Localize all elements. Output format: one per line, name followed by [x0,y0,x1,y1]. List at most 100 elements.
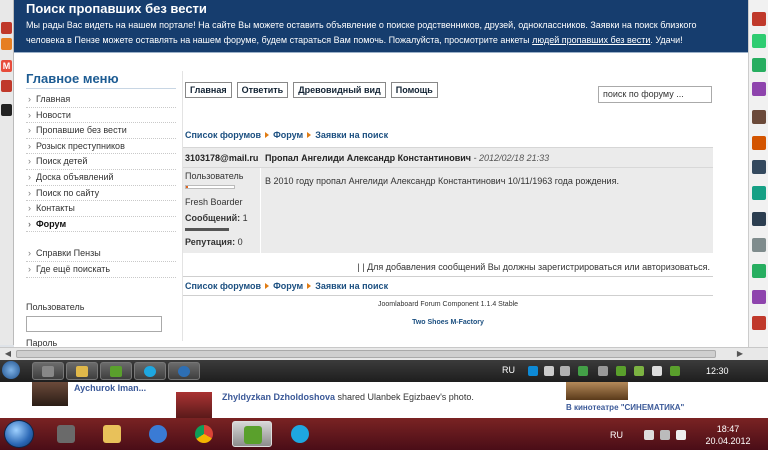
tray-icon[interactable] [544,366,554,376]
network-icon[interactable] [660,430,670,440]
author-rank: Fresh Boarder [185,197,243,207]
remote-task-button[interactable] [100,362,132,380]
breadcrumb-arrow-icon [265,283,270,289]
help-button[interactable]: Помощь [390,82,438,98]
menu-item-forum[interactable]: Форум [26,217,176,233]
forum-search-input[interactable]: поиск по форуму ... [598,86,712,103]
registration-notice: | | Для добавления сообщений Вы должны з… [357,262,710,272]
app-icon[interactable] [752,34,766,48]
avatar[interactable] [752,110,766,124]
avatar[interactable] [752,82,766,96]
app-icon[interactable] [1,38,12,50]
menu-item-search[interactable]: Поиск по сайту [26,186,176,202]
remote-clock[interactable]: 12:30 [706,366,729,376]
mail-icon[interactable]: М [1,60,12,72]
post-author[interactable]: 3103178@mail.ru [185,153,258,163]
avatar[interactable] [752,264,766,278]
avatar[interactable] [176,392,212,418]
post-header: 3103178@mail.ru Пропал Ангелиди Александ… [183,148,713,168]
menu-item-wanted[interactable]: Розыск преступников [26,139,176,155]
app-icon [110,366,122,377]
feed-right-text[interactable]: В кинотеатре "СИНЕМАТИКА" [566,403,684,412]
power-icon[interactable] [1,104,12,116]
avatar[interactable] [752,316,766,330]
main-menu-title: Главное меню [26,71,176,89]
remote-task-button[interactable] [32,362,64,380]
credit-link[interactable]: Two Shoes M-Factory [183,319,713,326]
remote-start-button[interactable] [2,361,20,379]
divider [183,276,713,277]
avatar[interactable] [752,160,766,174]
breadcrumb-arrow-icon [307,132,312,138]
menu-item-contacts[interactable]: Контакты [26,201,176,217]
volume-icon[interactable] [676,430,686,440]
menu-item-where-else[interactable]: Где ещё поискать [26,262,176,278]
remote-task-button[interactable] [168,362,200,380]
rank-bar [185,185,235,189]
breadcrumb-requests[interactable]: Заявки на поиск [315,281,388,291]
remote-language[interactable]: RU [502,365,515,375]
tray-icon[interactable] [578,366,588,376]
language-indicator[interactable]: RU [610,430,623,440]
avatar[interactable] [752,186,766,200]
menu-item-board[interactable]: Доска объявлений [26,170,176,186]
taskbar-button[interactable] [92,421,132,447]
left-sidebar-strip: М [0,0,14,345]
tray-icon[interactable] [560,366,570,376]
remote-task-button[interactable] [66,362,98,380]
start-button[interactable] [4,420,34,448]
tray-icon[interactable] [670,366,680,376]
right-sidebar-strip [748,0,768,360]
breadcrumb-requests[interactable]: Заявки на поиск [315,130,388,140]
avatar[interactable] [752,212,766,226]
scroll-right-icon[interactable]: ▶ [734,349,746,359]
clock[interactable]: 18:47 20.04.2012 [700,423,756,447]
volume-icon[interactable] [652,366,662,376]
reply-button[interactable]: Ответить [236,82,289,98]
avatar[interactable] [752,136,766,150]
menu-item-news[interactable]: Новости [26,108,176,124]
menu-item-references[interactable]: Справки Пензы [26,246,176,262]
network-icon[interactable] [598,366,608,376]
missing-people-link[interactable]: людей пропавших без вести [532,35,650,45]
app-icon[interactable] [752,12,766,26]
breadcrumb-forums[interactable]: Список форумов [185,130,261,140]
login-user-input[interactable] [26,315,162,332]
avatar[interactable] [32,382,68,406]
messages-bar [185,228,229,231]
photo-thumbnail[interactable] [566,382,628,400]
taskbar-button[interactable] [46,421,86,447]
app-icon[interactable] [1,80,12,92]
app-icon[interactable] [752,58,766,72]
tree-view-button[interactable]: Древовидный вид [293,82,386,98]
avatar[interactable] [752,290,766,304]
breadcrumb-forum[interactable]: Форум [273,281,303,291]
avatar[interactable] [752,238,766,252]
post-body: В 2010 году пропал Ангелиди Александр Ко… [265,176,619,186]
tray-icon[interactable] [634,366,644,376]
taskbar-button[interactable] [280,421,320,447]
taskbar-button[interactable] [138,421,178,447]
skype-icon [291,425,309,443]
taskbar-button[interactable] [184,421,224,447]
background-window: Aychurok Iman... Zhyldyzkan Dzholdoshova… [0,382,768,418]
remote-task-button[interactable] [134,362,166,380]
tray-icon[interactable] [528,366,538,376]
menu-item-children[interactable]: Поиск детей [26,154,176,170]
forum-home-button[interactable]: Главная [185,82,232,98]
menu-item-home[interactable]: Главная [26,92,176,108]
menu-item-missing[interactable]: Пропавшие без вести [26,123,176,139]
skype-icon [144,366,156,377]
horizontal-scrollbar[interactable]: ◀ ▶ [0,347,768,360]
flag-icon[interactable] [644,430,654,440]
forum-post: 3103178@mail.ru Пропал Ангелиди Александ… [183,147,713,254]
tray-icon[interactable] [616,366,626,376]
breadcrumb-forum[interactable]: Форум [273,130,303,140]
scroll-left-icon[interactable]: ◀ [2,349,14,359]
breadcrumb-forums[interactable]: Список форумов [185,281,261,291]
app-icon[interactable] [1,22,12,34]
taskbar-button-active[interactable] [232,421,272,447]
feed-name[interactable]: Aychurok Iman... [74,383,146,393]
folder-icon [76,366,88,377]
scrollbar-thumb[interactable] [16,350,716,358]
